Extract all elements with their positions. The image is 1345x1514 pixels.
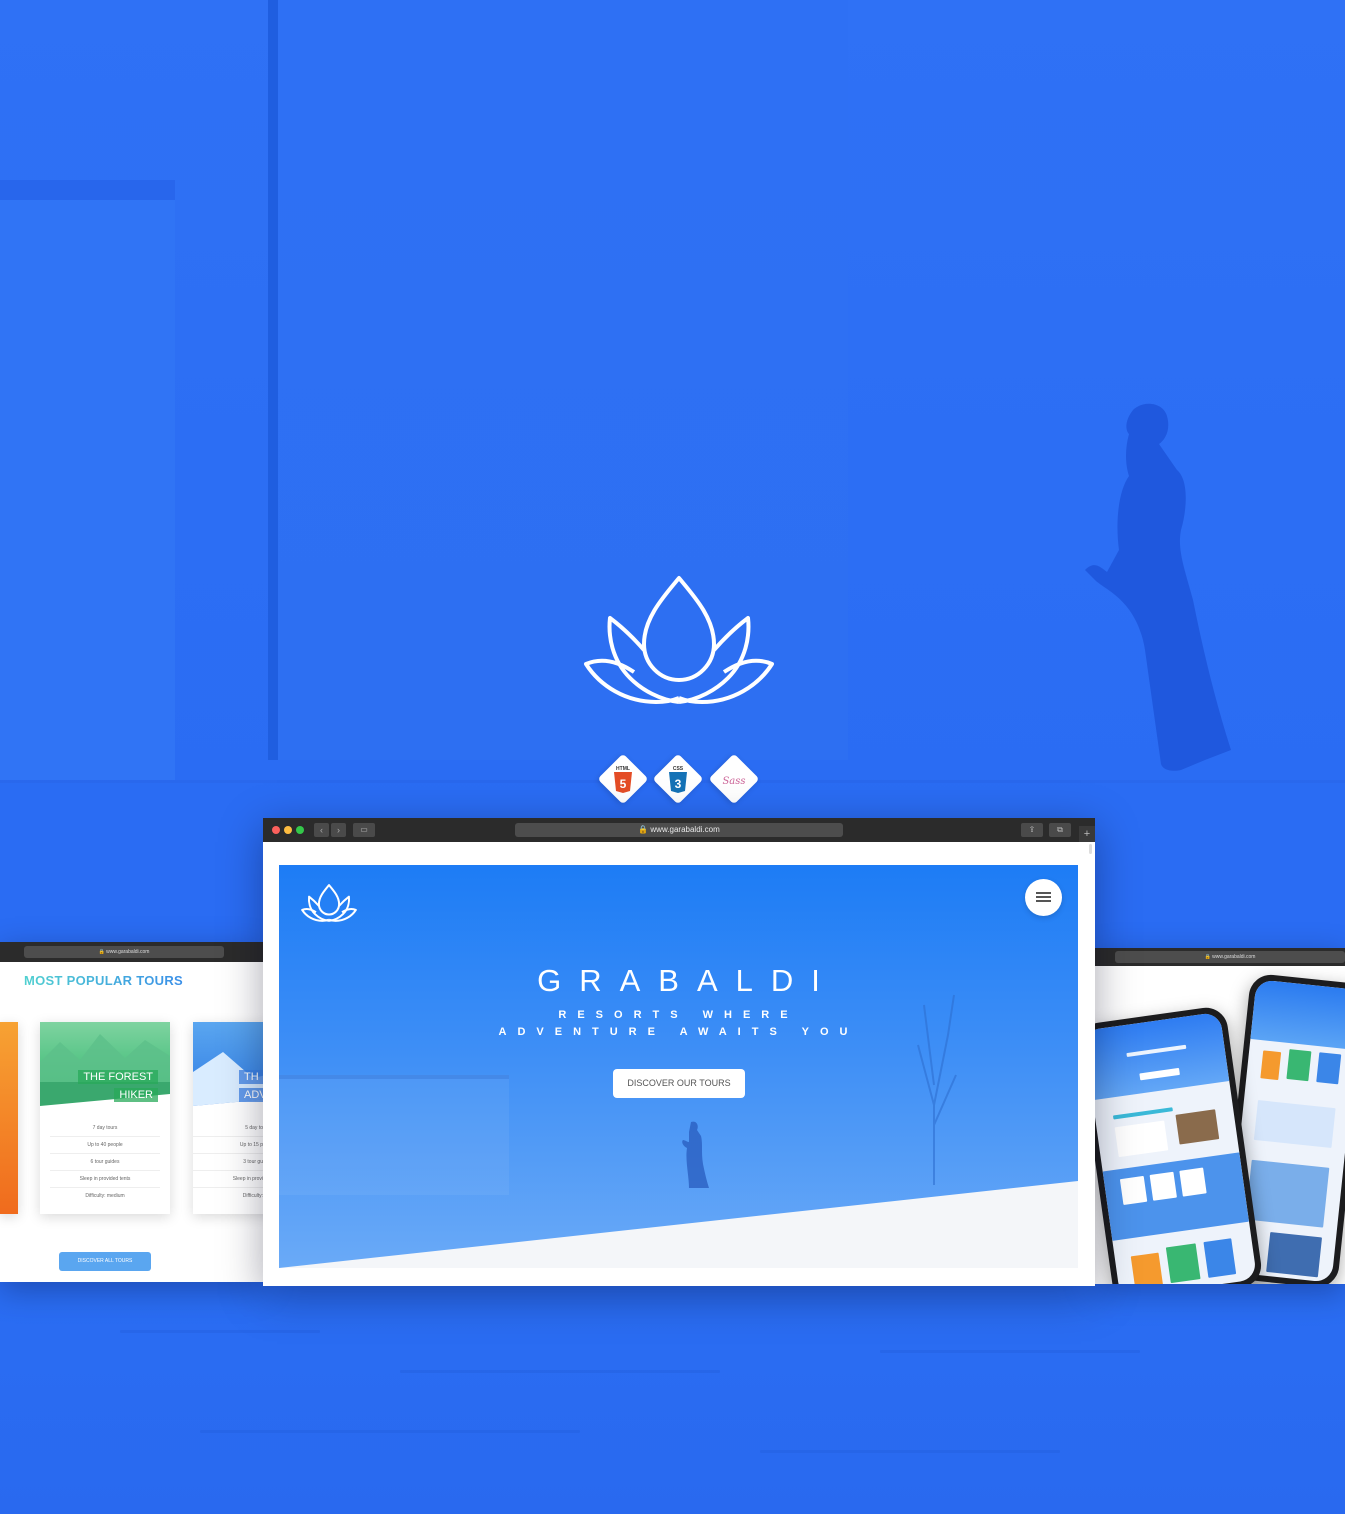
sidebar-toggle-icon[interactable]: ▭ [353,823,375,837]
discover-our-tours-button[interactable]: DISCOVER OUR TOURS [613,1069,745,1098]
hero-slant-shape [279,1181,1078,1268]
hero-lotus-logo-icon[interactable] [301,883,357,923]
new-tab-icon[interactable]: + [1079,826,1095,842]
feature-item: Sleep in provided tents [50,1171,160,1188]
html5-badge: HTML 5 [597,753,649,805]
tabs-overview-icon[interactable]: ⧉ [1049,823,1071,837]
right-address-bar[interactable]: 🔒 www.garabaldi.com [1115,951,1345,963]
lock-icon: 🔒 [638,825,649,834]
tour-features: 5 day to Up to 15 p 3 tour gu Sleep in p… [193,1120,263,1205]
discover-all-tours-button[interactable]: DISCOVER ALL TOURS [59,1252,151,1271]
feature-item: Difficulty: [242,1193,263,1199]
maximize-window-icon[interactable] [296,826,304,834]
main-browser-window: ‹ › ▭ 🔒 www.garabaldi.com ⇪ ⧉ + GRABALDI [263,818,1095,1286]
feature-item: 3 tour gu [193,1154,263,1171]
back-arrow-icon[interactable]: ‹ [314,823,329,837]
tour-features: 7 day tours Up to 40 people 6 tour guide… [50,1120,160,1205]
svg-text:CSS: CSS [673,766,684,772]
url-text: www.garabaldi.com [650,825,720,834]
feature-item: 6 tour guides [50,1154,160,1171]
phone-screen [1095,1011,1258,1284]
feature-item: Sleep in provi [193,1171,263,1188]
right-browser-toolbar: 🔒 www.garabaldi.com [1095,948,1345,966]
share-icon[interactable]: ⇪ [1021,823,1043,837]
scrollbar[interactable] [1089,844,1092,854]
hero-section: GRABALDI RESORTS WHERE ADVENTURE AWAITS … [279,865,1078,1268]
menu-icon[interactable] [1025,879,1062,916]
sass-badge: Sass [708,753,760,805]
feature-item: Up to 15 p [193,1137,263,1154]
svg-text:Sass: Sass [722,776,745,787]
html5-icon: HTML 5 [614,766,632,793]
hero-title: GRABALDI [537,963,838,998]
sass-icon: Sass [722,776,745,787]
background-wall-left [0,180,175,780]
tour-card-forest-hiker[interactable]: THE FOREST HIKER 7 day tours Up to 40 peo… [40,1022,170,1214]
left-url-text: www.garabaldi.com [106,949,150,955]
minimize-window-icon[interactable] [284,826,292,834]
hero-subtitle: RESORTS WHERE ADVENTURE AWAITS YOU [498,1009,859,1038]
walking-person-silhouette [1085,403,1231,771]
feature-item: Up to 40 people [50,1137,160,1154]
section-heading: MOST POPULAR TOURS [24,973,184,988]
feature-item: Difficulty: medium [85,1193,125,1199]
right-url-text: www.garabaldi.com [1212,954,1256,960]
tour-name: THE FOREST HIKER [78,1068,158,1104]
left-browser-window: 🔒 www.garabaldi.com MOST POPULAR TOURS T… [0,942,263,1282]
forward-arrow-icon[interactable]: › [331,823,346,837]
water-reflection [0,1290,1345,1514]
right-browser-window: 🔒 www.garabaldi.com [1095,948,1345,1284]
css3-badge: CSS 3 [652,753,704,805]
css3-icon: CSS 3 [669,766,687,793]
left-browser-toolbar: 🔒 www.garabaldi.com [0,942,263,962]
phone-mockup-front [1095,1004,1264,1284]
browser-toolbar: ‹ › ▭ 🔒 www.garabaldi.com ⇪ ⧉ + [263,818,1095,842]
browser-footer-strip [263,1268,1095,1286]
tour-name: TH ADV [239,1068,263,1104]
svg-text:5: 5 [620,777,627,791]
feature-item: 5 day to [193,1120,263,1137]
left-address-bar[interactable]: 🔒 www.garabaldi.com [24,946,224,958]
svg-text:HTML: HTML [616,766,630,772]
close-window-icon[interactable] [272,826,280,834]
tour-card-adventure[interactable]: TH ADV 5 day to Up to 15 p 3 tour gu Slee… [193,1022,263,1214]
svg-text:3: 3 [675,777,682,791]
tour-card-partial[interactable] [0,1022,18,1214]
feature-item: 7 day tours [50,1120,160,1137]
address-bar[interactable]: 🔒 www.garabaldi.com [515,823,843,837]
lotus-logo-icon [584,576,774,704]
